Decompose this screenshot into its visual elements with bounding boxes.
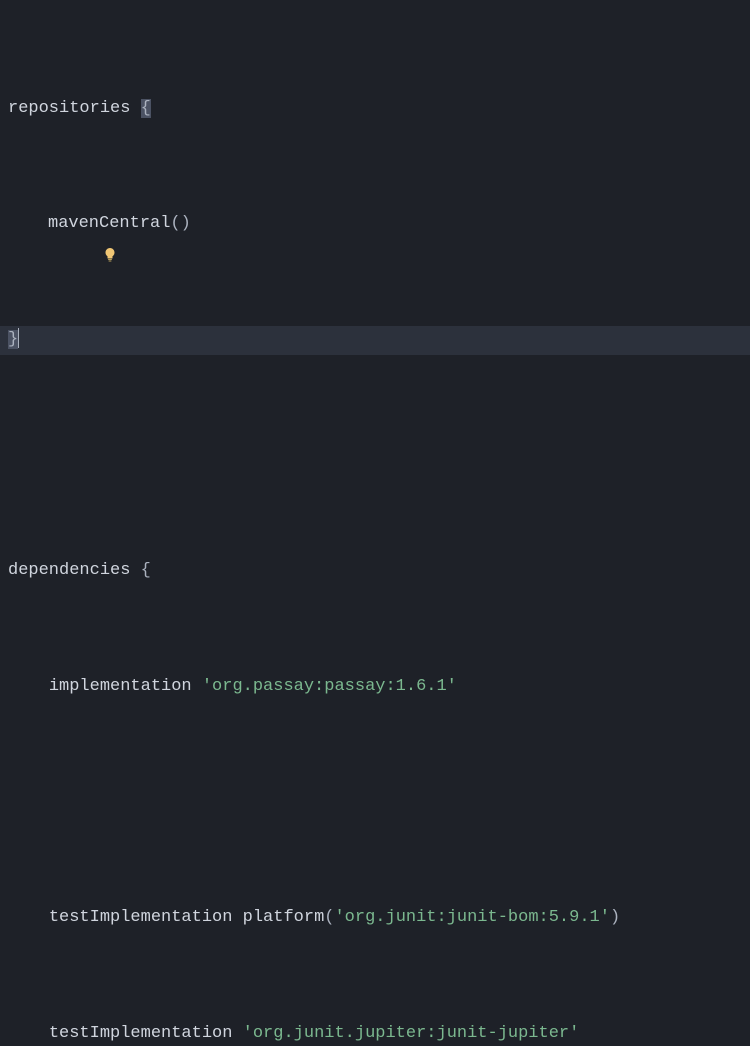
text-cursor	[18, 328, 19, 348]
method-text: testImplementation	[49, 1024, 233, 1043]
code-editor[interactable]: repositories { mavenCentral() } dependen…	[0, 8, 750, 1046]
brace-close: }	[8, 330, 18, 349]
platform-text: platform	[243, 908, 325, 927]
brace-open: {	[141, 99, 151, 118]
code-line[interactable]: testImplementation 'org.junit.jupiter:ju…	[0, 1020, 750, 1046]
method-text: implementation	[49, 677, 192, 696]
method-text: testImplementation	[49, 908, 233, 927]
intention-bulb-icon[interactable]	[20, 217, 36, 233]
code-line-empty[interactable]	[0, 442, 750, 471]
method-text: mavenCentral	[48, 214, 170, 233]
string-literal: 'org.junit:junit-bom:5.9.1'	[334, 908, 609, 927]
code-line[interactable]: repositories {	[0, 95, 750, 124]
string-literal: 'org.passay:passay:1.6.1'	[202, 677, 457, 696]
code-line-active[interactable]: }	[0, 326, 750, 355]
code-line-empty[interactable]	[0, 789, 750, 818]
string-literal: 'org.junit.jupiter:junit-jupiter'	[243, 1024, 580, 1043]
code-line[interactable]: implementation 'org.passay:passay:1.6.1'	[0, 673, 750, 702]
code-line[interactable]: mavenCentral()	[0, 210, 750, 239]
paren-close: )	[610, 908, 620, 927]
paren-open: (	[324, 908, 334, 927]
keyword-text: dependencies	[8, 561, 130, 580]
code-line[interactable]: dependencies {	[0, 557, 750, 586]
brace-open: {	[141, 561, 151, 580]
parens-text: ()	[170, 214, 190, 233]
keyword-text: repositories	[8, 99, 130, 118]
code-line[interactable]: testImplementation platform('org.junit:j…	[0, 904, 750, 933]
gutter[interactable]	[8, 217, 48, 233]
